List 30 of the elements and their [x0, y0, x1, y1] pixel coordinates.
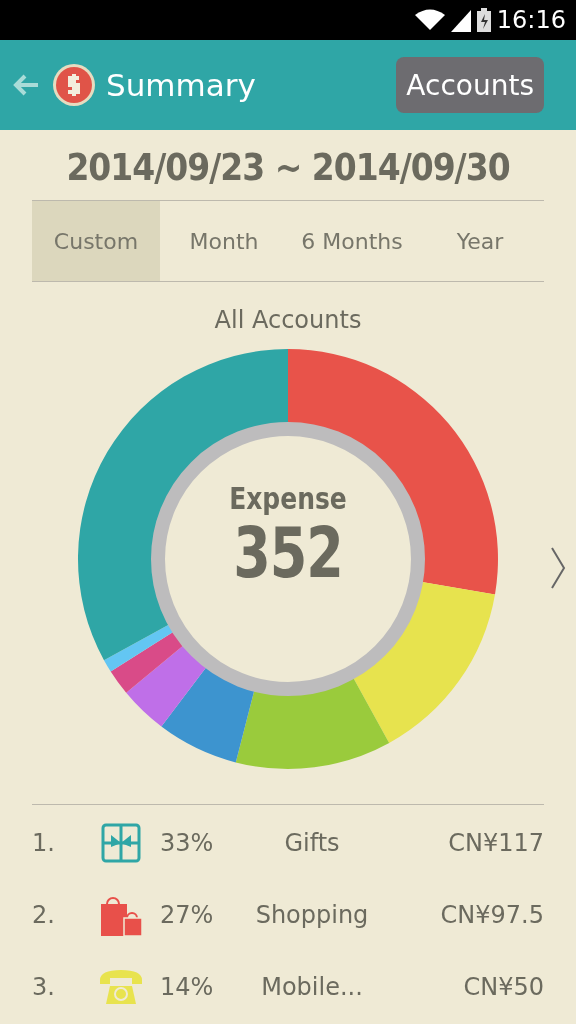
- period-tab[interactable]: Year: [416, 201, 544, 281]
- rank-number: 2.: [32, 901, 56, 929]
- period-tab[interactable]: Month: [160, 201, 288, 281]
- telephone-icon: [98, 968, 144, 1006]
- period-tab[interactable]: 6 Months: [288, 201, 416, 281]
- rank-number: 1.: [32, 829, 56, 857]
- wifi-icon: [414, 8, 445, 32]
- date-range: 2014/09/23 ~ 2014/09/30: [65, 143, 511, 192]
- period-tab[interactable]: Custom: [32, 201, 160, 281]
- battery-icon: [476, 8, 491, 32]
- expense-label: Expense: [229, 481, 347, 516]
- percent-value: 14%: [160, 973, 215, 1001]
- amount-value: CN¥97.5: [439, 901, 544, 929]
- gift-icon: [101, 823, 141, 863]
- chart-title: All Accounts: [213, 306, 363, 334]
- screen-title: Summary: [106, 67, 257, 103]
- accounts-button[interactable]: Accounts: [396, 57, 544, 113]
- amount-value: CN¥50: [462, 973, 544, 1001]
- category-name: Shopping: [254, 901, 370, 929]
- signal-icon: [450, 8, 471, 32]
- percent-value: 33%: [160, 829, 215, 857]
- category-name: Mobile...: [260, 973, 364, 1001]
- rank-number: 3.: [32, 973, 56, 1001]
- amount-value: CN¥117: [447, 829, 544, 857]
- dollar-coin-icon: [52, 63, 96, 107]
- percent-value: 27%: [160, 901, 215, 929]
- chevron-right-icon[interactable]: [550, 546, 566, 590]
- shopping-bags-icon: [99, 894, 143, 936]
- clock-time: 16:16: [496, 6, 566, 34]
- category-name: Gifts: [283, 829, 341, 857]
